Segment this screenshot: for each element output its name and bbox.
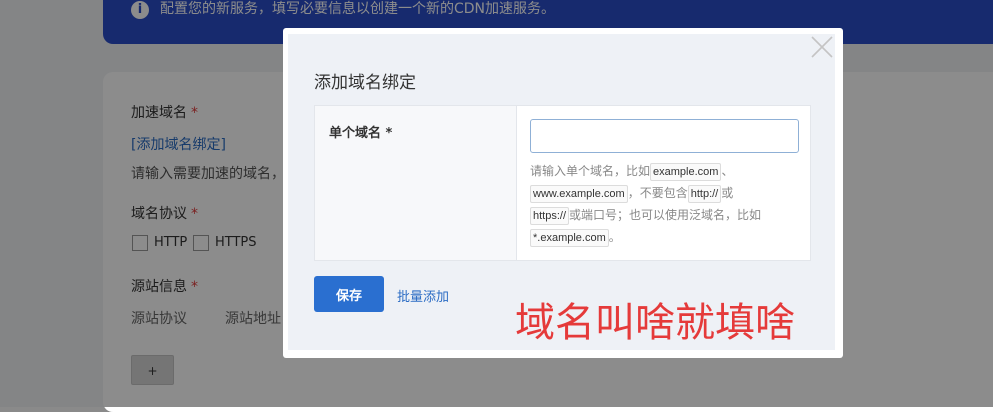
close-icon[interactable]: [811, 36, 833, 58]
example-code: *.example.com: [530, 229, 609, 247]
bulk-add-link[interactable]: 批量添加: [397, 286, 449, 305]
single-domain-input[interactable]: [530, 119, 799, 153]
example-code: https://: [530, 207, 570, 225]
example-code: example.com: [650, 163, 722, 181]
domain-form: 单个域名 * 请输入单个域名，比如 example.com、 www.exampl…: [314, 105, 811, 261]
example-code: http://: [687, 185, 722, 203]
example-code: www.example.com: [530, 185, 628, 203]
domain-help-text: 请输入单个域名，比如 example.com、 www.example.com ，不…: [530, 160, 800, 248]
single-domain-label: 单个域名 *: [329, 126, 393, 141]
add-domain-modal: 添加域名绑定 单个域名 * 请输入单个域名，比如 example.com、 www…: [283, 28, 843, 358]
form-label-cell: 单个域名 *: [315, 106, 517, 260]
save-button[interactable]: 保存: [314, 276, 384, 312]
red-annotation-text: 域名叫啥就填啥: [515, 300, 795, 346]
modal-title: 添加域名绑定: [314, 73, 416, 93]
